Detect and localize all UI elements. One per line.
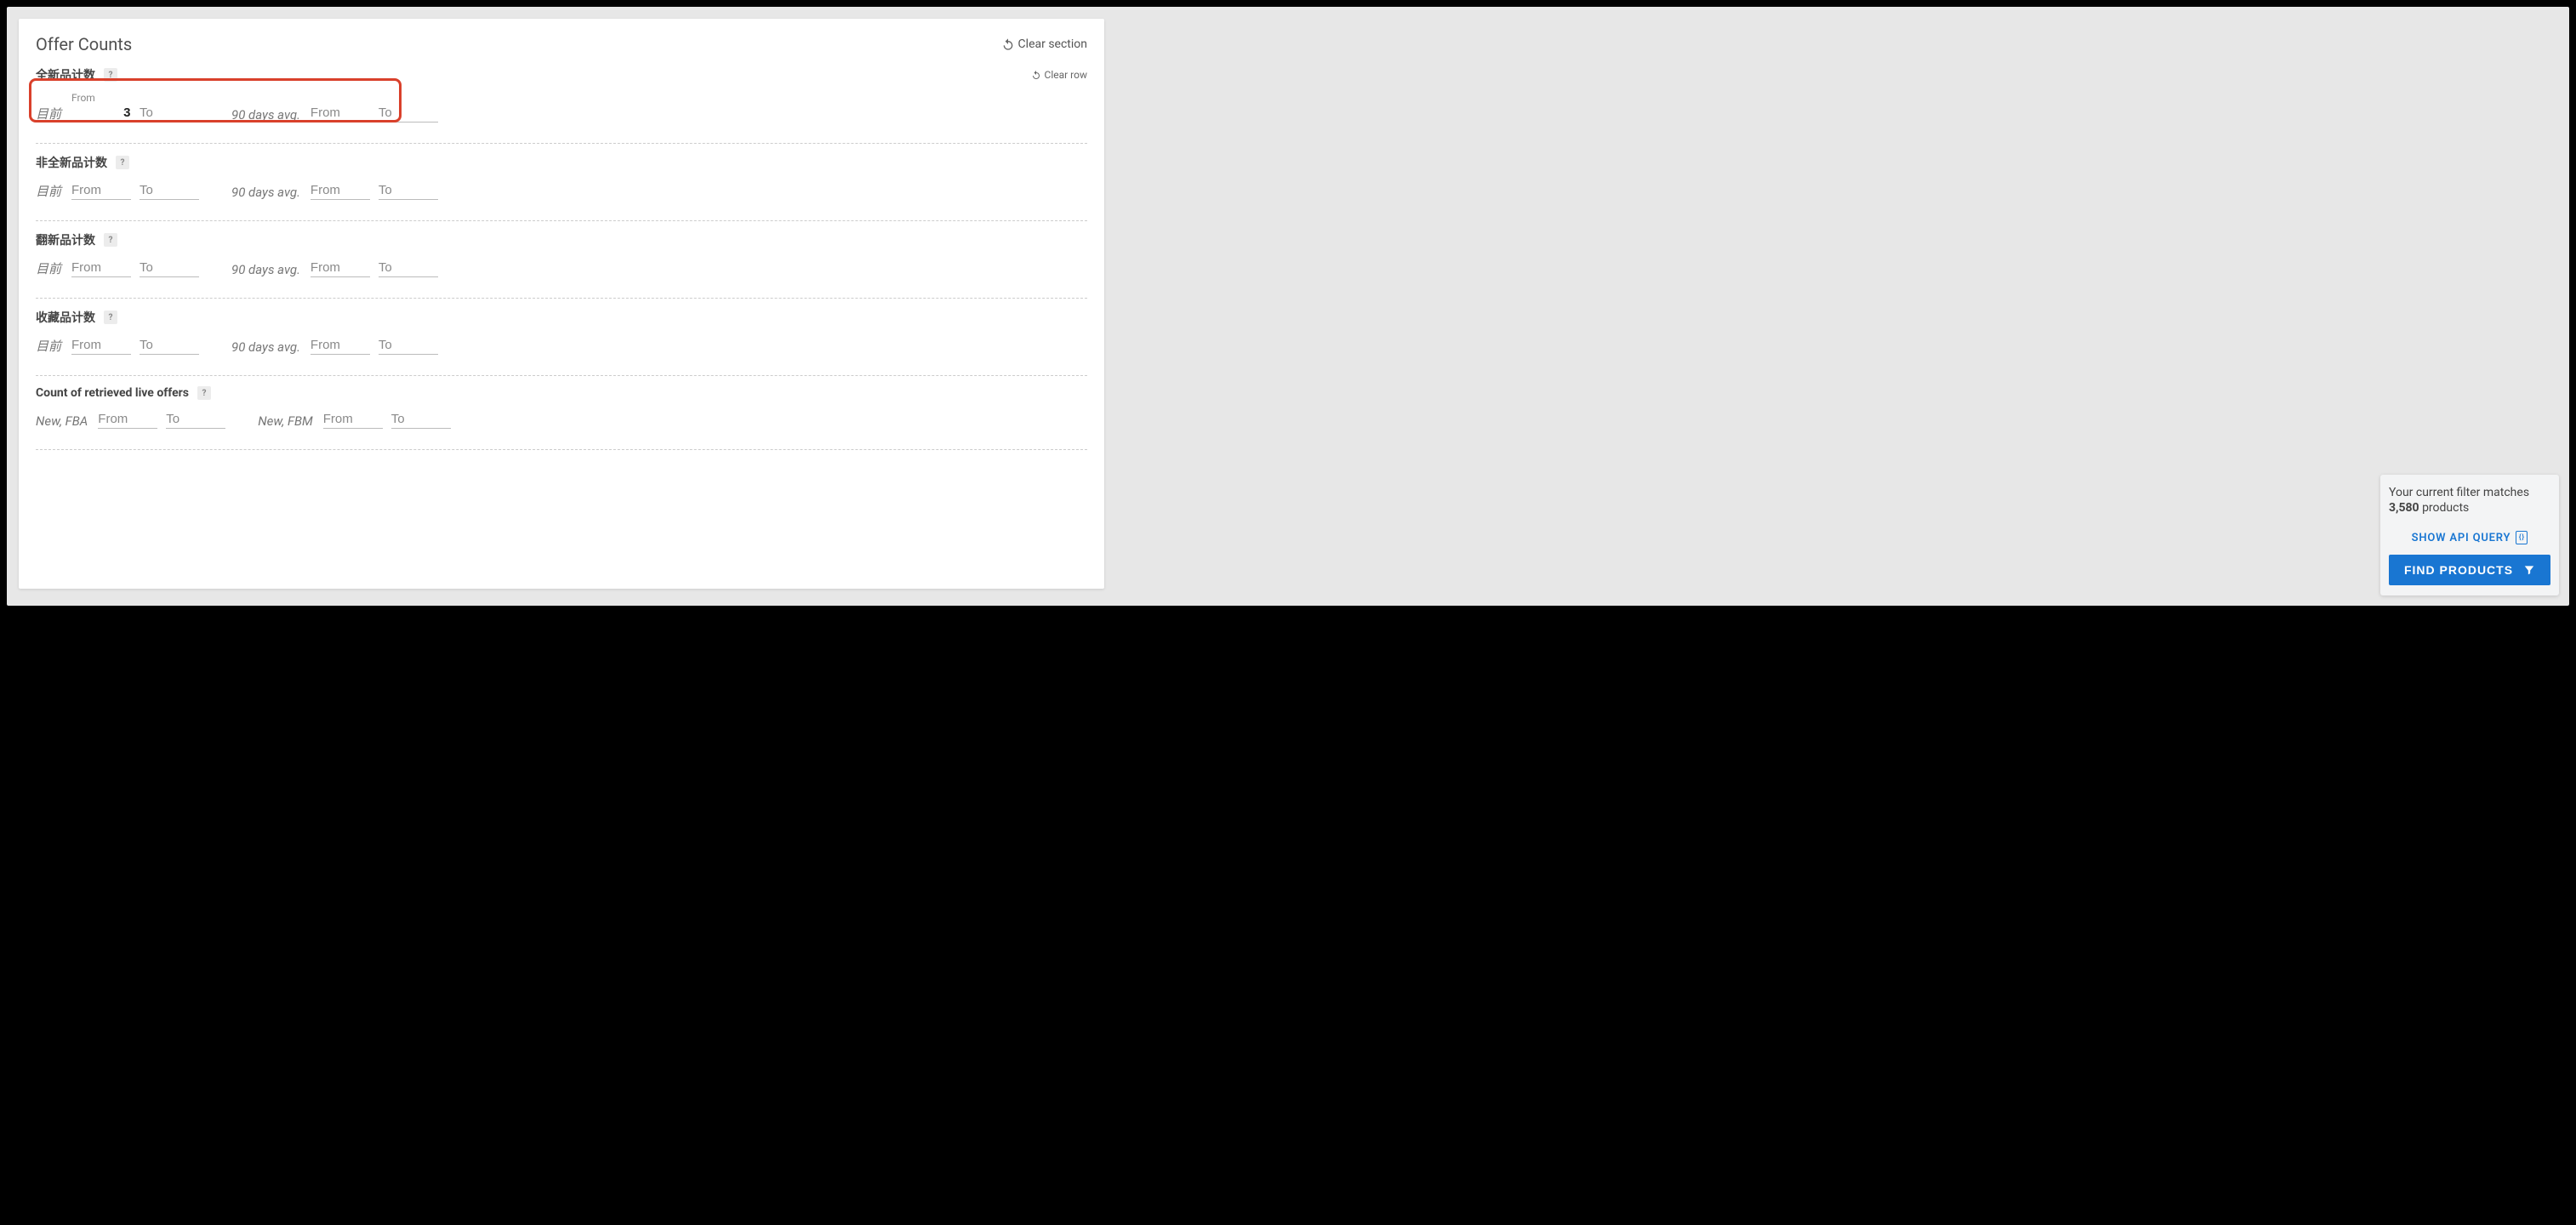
clear-row-label: Clear row xyxy=(1045,69,1087,81)
live-fba-from-input[interactable] xyxy=(98,408,157,429)
non-new-90d-from-input[interactable] xyxy=(311,179,370,200)
row-refurb-count: 翻新品计数 ? 目前 90 days avg. xyxy=(36,221,1087,289)
row-divider xyxy=(36,449,1087,450)
group-label-90d: 90 days avg. xyxy=(231,339,300,355)
new-count-current-from-input[interactable] xyxy=(71,102,131,122)
find-products-label: FIND PRODUCTS xyxy=(2404,563,2513,577)
non-new-90d-to-input[interactable] xyxy=(379,179,438,200)
collectible-current-from-input[interactable] xyxy=(71,334,131,355)
find-products-button[interactable]: FIND PRODUCTS xyxy=(2389,555,2550,585)
help-icon[interactable]: ? xyxy=(197,386,211,400)
help-icon[interactable]: ? xyxy=(104,68,117,82)
live-fbm-to-input[interactable] xyxy=(391,408,451,429)
new-count-90d-to-input[interactable] xyxy=(379,102,438,122)
json-file-icon xyxy=(2516,531,2528,544)
row-collectible-count: 收藏品计数 ? 目前 90 days avg. xyxy=(36,299,1087,367)
filter-icon xyxy=(2523,564,2535,576)
row-non-new-count-label: 非全新品计数 xyxy=(36,154,107,171)
group-label-current: 目前 xyxy=(36,105,61,122)
help-icon[interactable]: ? xyxy=(116,156,129,169)
clear-section-button[interactable]: Clear section xyxy=(1001,37,1087,51)
row-live-offers: Count of retrieved live offers ? New, FB… xyxy=(36,376,1087,441)
non-new-current-to-input[interactable] xyxy=(140,179,199,200)
help-icon[interactable]: ? xyxy=(104,233,117,247)
show-api-query-button[interactable]: SHOW API QUERY xyxy=(2389,526,2550,555)
group-label-current: 目前 xyxy=(36,259,61,277)
row-new-count-label: 全新品计数 xyxy=(36,66,95,83)
undo-icon xyxy=(1001,37,1015,51)
filter-match-text: Your current filter matches 3,580 produc… xyxy=(2389,485,2550,516)
refurb-current-from-input[interactable] xyxy=(71,257,131,277)
live-fba-to-input[interactable] xyxy=(166,408,225,429)
row-refurb-count-label: 翻新品计数 xyxy=(36,231,95,248)
group-label-new-fba: New, FBA xyxy=(36,413,88,429)
collectible-90d-to-input[interactable] xyxy=(379,334,438,355)
refurb-90d-to-input[interactable] xyxy=(379,257,438,277)
clear-row-button[interactable]: Clear row xyxy=(1031,69,1087,81)
row-live-offers-label: Count of retrieved live offers xyxy=(36,386,189,400)
collectible-90d-from-input[interactable] xyxy=(311,334,370,355)
match-count: 3,580 xyxy=(2389,501,2419,515)
row-collectible-count-label: 收藏品计数 xyxy=(36,309,95,326)
group-label-90d: 90 days avg. xyxy=(231,107,300,122)
collectible-current-to-input[interactable] xyxy=(140,334,199,355)
group-label-current: 目前 xyxy=(36,337,61,355)
group-label-90d: 90 days avg. xyxy=(231,185,300,200)
new-count-90d-from-input[interactable] xyxy=(311,102,370,122)
live-fbm-from-input[interactable] xyxy=(323,408,383,429)
row-non-new-count: 非全新品计数 ? 目前 90 days avg. xyxy=(36,144,1087,212)
refurb-current-to-input[interactable] xyxy=(140,257,199,277)
group-label-new-fbm: New, FBM xyxy=(258,413,312,429)
row-new-count: 全新品计数 ? Clear row 目前 From 90 days avg. xyxy=(36,56,1087,134)
offer-counts-card: Offer Counts Clear section 全新品计数 ? Clear… xyxy=(19,19,1104,589)
section-title: Offer Counts xyxy=(36,34,132,54)
section-header: Offer Counts Clear section xyxy=(36,29,1087,56)
show-api-query-label: SHOW API QUERY xyxy=(2412,532,2511,544)
new-count-current-to-input[interactable] xyxy=(140,102,199,122)
group-label-current: 目前 xyxy=(36,182,61,200)
help-icon[interactable]: ? xyxy=(104,311,117,324)
clear-section-label: Clear section xyxy=(1018,37,1087,51)
refurb-90d-from-input[interactable] xyxy=(311,257,370,277)
undo-icon xyxy=(1031,70,1041,80)
non-new-current-from-input[interactable] xyxy=(71,179,131,200)
results-panel: Your current filter matches 3,580 produc… xyxy=(2380,475,2559,595)
group-label-90d: 90 days avg. xyxy=(231,262,300,277)
